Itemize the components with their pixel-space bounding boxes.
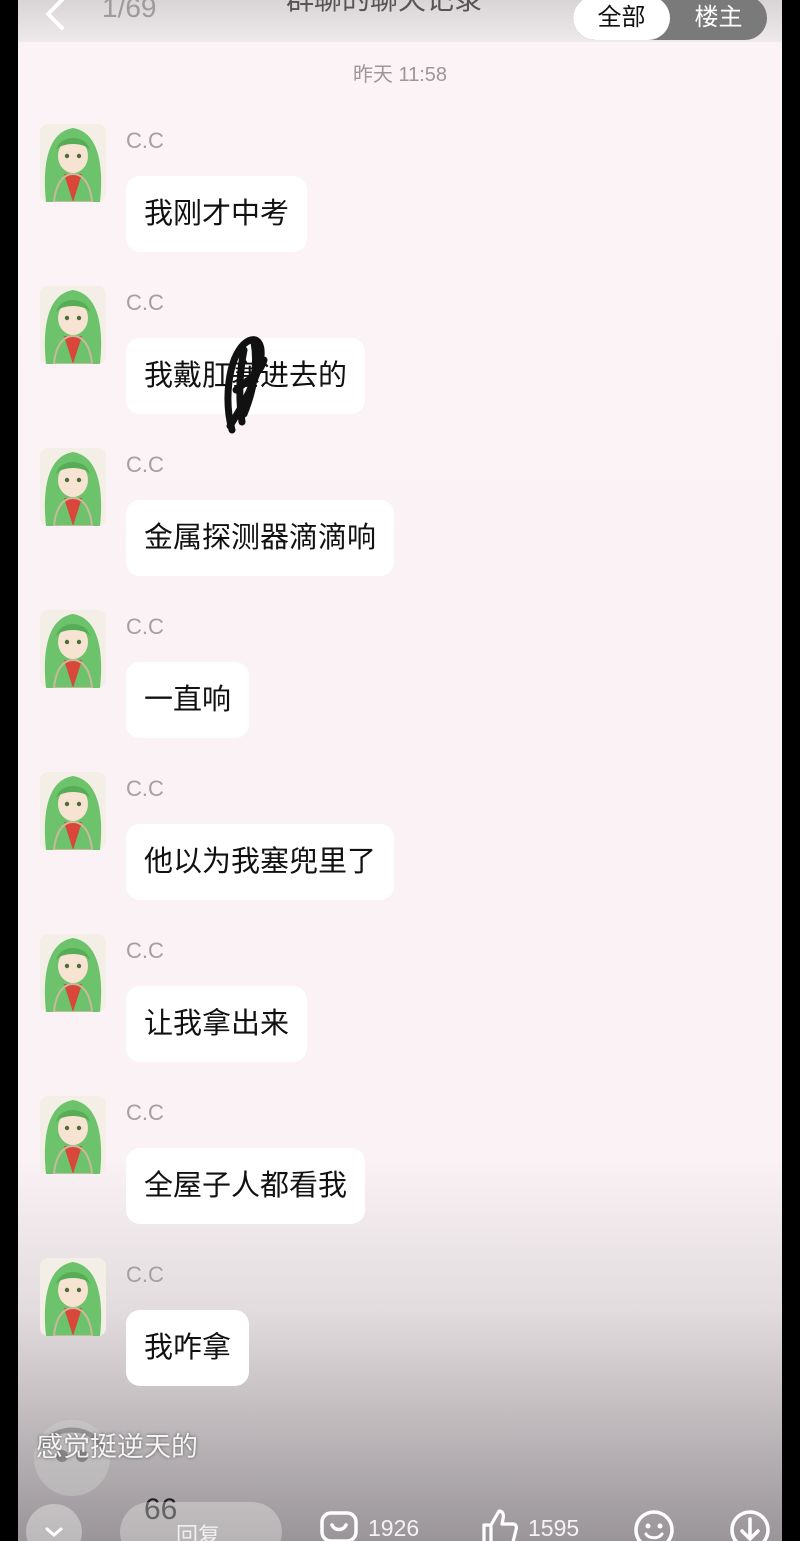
avatar-image: [40, 448, 106, 526]
bottom-bar: 回复 1926 1595: [18, 1500, 782, 1541]
sender-name: C.C: [126, 1262, 164, 1287]
avatar-image: [40, 1258, 106, 1336]
comment-count: 1926: [368, 1514, 420, 1541]
avatar[interactable]: [40, 286, 106, 364]
back-button[interactable]: [36, 0, 76, 34]
message-row: C.C 全屋子人都看我: [18, 1096, 782, 1246]
download-button[interactable]: [728, 1508, 772, 1541]
message-bubble[interactable]: 我戴肛塞进去的: [126, 338, 366, 414]
message-row: C.C 让我拿出来: [18, 934, 782, 1084]
message-row: C.C 金属探测器滴滴响: [18, 448, 782, 598]
like-button[interactable]: 1595: [478, 1508, 579, 1541]
avatar-image: [40, 1096, 106, 1174]
message-bubble[interactable]: 我咋拿: [126, 1310, 250, 1386]
avatar[interactable]: [40, 1096, 106, 1174]
avatar[interactable]: [40, 934, 106, 1012]
page-title: 群聊的聊天记录: [286, 0, 482, 18]
sender-name: C.C: [126, 776, 164, 801]
message-row: C.C 他以为我塞兜里了: [18, 772, 782, 922]
smiley-icon: [634, 1510, 674, 1541]
comment-icon: [320, 1511, 358, 1541]
sender-name: C.C: [126, 128, 164, 153]
comment-button[interactable]: 1926: [318, 1508, 419, 1541]
reply-input[interactable]: 回复: [120, 1502, 282, 1541]
sender-name: C.C: [126, 452, 164, 477]
chevron-down-icon: [45, 1527, 63, 1537]
tab-all[interactable]: 全部: [573, 0, 670, 40]
filter-segment: 全部 楼主: [573, 0, 767, 40]
message-row: C.C 我戴肛塞进去的: [18, 286, 782, 436]
danmaku-comment: 感觉挺逆天的: [36, 1432, 198, 1462]
screen-frame: 1/69 群聊的聊天记录 全部 楼主 昨天 11:58 C.C 我刚才中考 C.…: [18, 0, 782, 1541]
chevron-left-icon: [46, 0, 64, 30]
avatar[interactable]: [40, 448, 106, 526]
emoji-button[interactable]: [632, 1508, 676, 1541]
message-bubble[interactable]: 他以为我塞兜里了: [126, 824, 395, 900]
sender-name: C.C: [126, 614, 164, 639]
avatar[interactable]: [40, 772, 106, 850]
top-bar: 1/69 群聊的聊天记录 全部 楼主: [18, 0, 782, 42]
avatar[interactable]: [40, 610, 106, 688]
message-row: C.C 我咋拿: [18, 1258, 782, 1408]
avatar-image: [40, 610, 106, 688]
message-bubble[interactable]: 一直响: [126, 662, 250, 738]
avatar-image: [40, 124, 106, 202]
avatar-image: [40, 934, 106, 1012]
avatar[interactable]: [40, 124, 106, 202]
chat-timestamp: 昨天 11:58: [352, 64, 448, 86]
avatar-image: [40, 286, 106, 364]
message-bubble[interactable]: 我刚才中考: [126, 176, 308, 252]
thumbs-up-icon: [482, 1509, 518, 1541]
message-bubble[interactable]: 全屋子人都看我: [126, 1148, 366, 1224]
page-counter: 1/69: [102, 0, 157, 23]
message-bubble[interactable]: 金属探测器滴滴响: [126, 500, 395, 576]
avatar[interactable]: [40, 1258, 106, 1336]
download-icon: [730, 1510, 770, 1541]
message-row: C.C 一直响: [18, 610, 782, 760]
tab-op[interactable]: 楼主: [670, 0, 767, 40]
like-count: 1595: [528, 1514, 580, 1541]
message-bubble[interactable]: 让我拿出来: [126, 986, 308, 1062]
avatar-image: [40, 772, 106, 850]
sender-name: C.C: [126, 290, 164, 315]
sender-name: C.C: [126, 938, 164, 963]
collapse-button[interactable]: [26, 1504, 82, 1541]
message-row: C.C 我刚才中考: [18, 124, 782, 274]
reply-label: 回复: [176, 1523, 221, 1541]
sender-name: C.C: [126, 1100, 164, 1125]
